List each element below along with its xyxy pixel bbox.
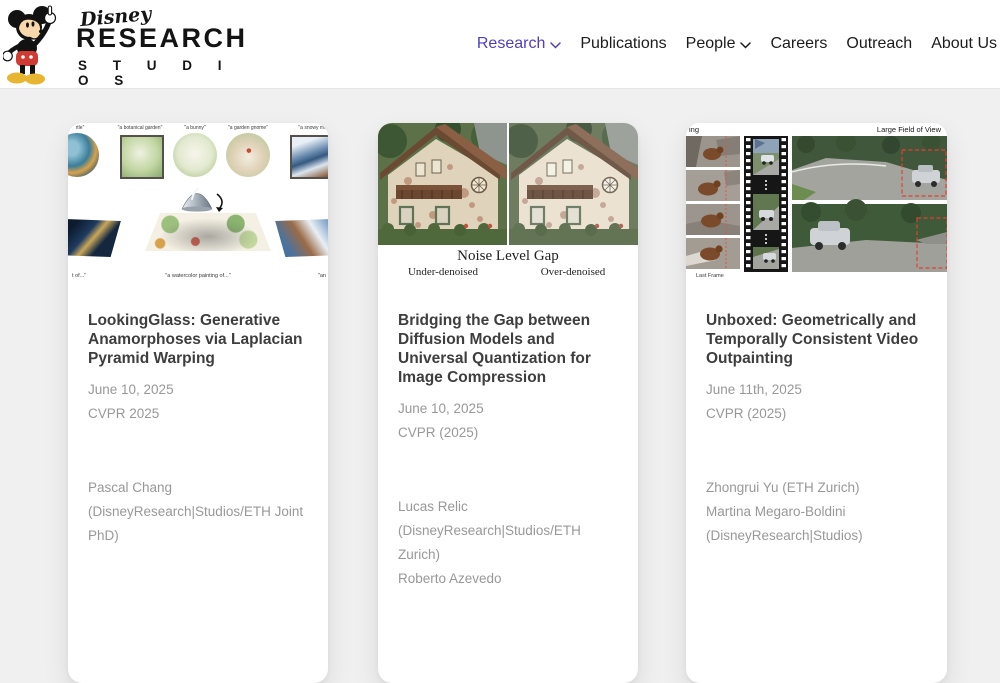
figure-label-under-denoised: Under-denoised bbox=[378, 266, 508, 278]
figure-video-outpainting: ing Large Field of View bbox=[686, 123, 947, 287]
publication-card-unboxed[interactable]: ing Large Field of View bbox=[686, 123, 947, 683]
chevron-down-icon bbox=[740, 42, 751, 49]
nav-item-research[interactable]: Research bbox=[477, 35, 561, 53]
author-line: (DisneyResearch|Studios) bbox=[706, 524, 927, 548]
author-line: Lucas Relic bbox=[398, 495, 618, 519]
publication-venue: CVPR (2025) bbox=[398, 421, 618, 445]
author-line: Zhongrui Yu (ETH Zurich) bbox=[706, 476, 927, 500]
watercolor-thumb-mountain bbox=[290, 135, 328, 179]
large-fov-bottom bbox=[792, 199, 947, 272]
publication-venue: CVPR 2025 bbox=[88, 402, 308, 426]
publication-date: June 10, 2025 bbox=[398, 397, 618, 421]
house-photo-over-denoised bbox=[509, 123, 638, 245]
figure-anamorphoses: rtle" "a botanical garden" "a bunny" "a … bbox=[68, 123, 328, 283]
nav-label: About Us bbox=[931, 35, 997, 53]
floor-painting-center bbox=[145, 213, 271, 251]
house-photo-under-denoised bbox=[378, 123, 507, 245]
disney-research-logo[interactable]: Disney RESEARCH S T U D I O S bbox=[0, 0, 260, 88]
publication-authors: Lucas Relic (DisneyResearch|Studios/ETH … bbox=[398, 495, 618, 591]
publication-authors: Pascal Chang (DisneyResearch|Studios/ETH… bbox=[88, 476, 308, 548]
floor-painting-right bbox=[275, 219, 328, 257]
publication-venue: CVPR (2025) bbox=[706, 402, 927, 426]
figure-caption: "an bbox=[318, 273, 326, 279]
nav-item-publications[interactable]: Publications bbox=[580, 35, 666, 53]
figure-label-partial: ing bbox=[689, 125, 699, 134]
author-line: (DisneyResearch|Studios/ETH Zurich) bbox=[398, 519, 618, 567]
nav-item-about-us[interactable]: About Us bbox=[931, 35, 997, 53]
nav-label: Careers bbox=[770, 35, 827, 53]
nav-label: Publications bbox=[580, 35, 666, 53]
nav-item-careers[interactable]: Careers bbox=[770, 35, 827, 53]
figure-caption: rtle" bbox=[76, 125, 85, 131]
figure-label-large-fov: Large Field of View bbox=[877, 125, 941, 134]
watercolor-thumb-turtle bbox=[68, 133, 99, 177]
publication-title[interactable]: LookingGlass: Generative Anamorphoses vi… bbox=[88, 311, 308, 368]
outpainting-art bbox=[686, 136, 947, 272]
watercolor-thumb-bunny bbox=[173, 133, 217, 177]
figure-label-over-denoised: Over-denoised bbox=[508, 266, 638, 278]
publication-title[interactable]: Bridging the Gap between Diffusion Model… bbox=[398, 311, 618, 387]
figure-caption: "a snowy mou bbox=[298, 125, 328, 131]
nav-item-people[interactable]: People bbox=[686, 35, 752, 53]
publication-authors: Zhongrui Yu (ETH Zurich) Martina Megaro-… bbox=[706, 476, 927, 548]
figure-caption: "a bunny" bbox=[184, 125, 205, 131]
mickey-mouse-icon bbox=[3, 4, 71, 86]
nav-label: People bbox=[686, 35, 736, 53]
author-line: (DisneyResearch|Studios/ETH Joint PhD) bbox=[88, 500, 308, 548]
figure-caption: t of..." bbox=[72, 273, 86, 279]
author-line: Pascal Chang bbox=[88, 476, 308, 500]
nav-label: Research bbox=[477, 35, 545, 53]
large-fov-top bbox=[792, 136, 947, 200]
nav-label: Outreach bbox=[846, 35, 912, 53]
watercolor-thumb-gnome bbox=[226, 133, 270, 177]
logo-studios-text: S T U D I O S bbox=[78, 58, 260, 88]
figure-heading: Noise Level Gap bbox=[378, 248, 638, 265]
figure-caption: "a watercolor painting of..." bbox=[165, 273, 230, 279]
mirror-cone-icon bbox=[180, 185, 230, 213]
nav-item-outreach[interactable]: Outreach bbox=[846, 35, 912, 53]
main-nav: Research Publications People Careers Out… bbox=[477, 0, 997, 88]
chevron-down-icon bbox=[550, 42, 561, 49]
publication-title[interactable]: Unboxed: Geometrically and Temporally Co… bbox=[706, 311, 927, 368]
logo-research-text: RESEARCH bbox=[76, 25, 248, 52]
publication-card-compression[interactable]: Noise Level Gap Under-denoised Over-deno… bbox=[378, 123, 638, 683]
publication-card-lookingglass[interactable]: rtle" "a botanical garden" "a bunny" "a … bbox=[68, 123, 328, 683]
site-header: Disney RESEARCH S T U D I O S Research P… bbox=[0, 0, 1000, 89]
figure-noise-level-gap: Noise Level Gap Under-denoised Over-deno… bbox=[378, 123, 638, 283]
publication-date: June 10, 2025 bbox=[88, 378, 308, 402]
figure-caption: "a botanical garden" bbox=[118, 125, 163, 131]
publication-date: June 11th, 2025 bbox=[706, 378, 927, 402]
figure-caption-last-frame: Last Frame bbox=[696, 273, 724, 279]
film-strip bbox=[744, 136, 788, 272]
watercolor-thumb-garden bbox=[120, 135, 164, 179]
figure-caption: "a garden gnome" bbox=[228, 125, 268, 131]
floor-painting-left bbox=[68, 219, 121, 257]
author-line: Roberto Azevedo bbox=[398, 567, 618, 591]
author-line: Martina Megaro-Boldini bbox=[706, 500, 927, 524]
